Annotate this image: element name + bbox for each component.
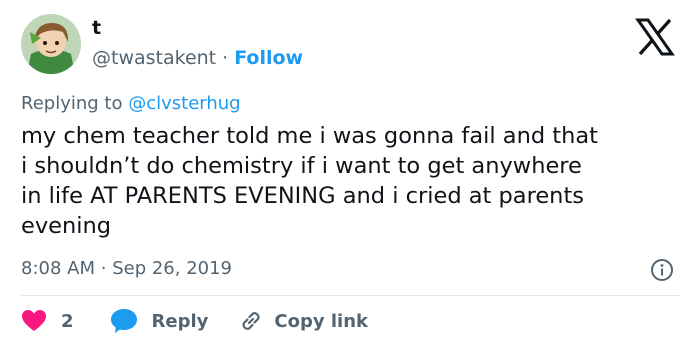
divider (21, 295, 679, 296)
separator-dot: · (222, 47, 229, 69)
reply-mention-link[interactable]: @clvsterhug (128, 93, 240, 114)
copy-link-label: Copy link (274, 310, 368, 332)
like-button[interactable]: 2 (21, 309, 74, 333)
tweet-timestamp[interactable]: 8:08 AM · Sep 26, 2019 (21, 258, 232, 279)
tweet-text: my chem teacher told me i was gonna fail… (21, 123, 598, 239)
like-count: 2 (61, 310, 74, 332)
x-logo-icon[interactable] (635, 18, 675, 56)
tweet-time: 8:08 AM (21, 258, 95, 279)
action-bar: 2 Reply Copy link (21, 307, 368, 335)
heart-icon (22, 310, 46, 331)
info-icon[interactable] (650, 258, 674, 282)
copy-link-button[interactable]: Copy link (238, 308, 368, 334)
avatar[interactable] (21, 14, 81, 74)
reply-label: Reply (151, 310, 209, 332)
author-block: t @twastakent · Follow (92, 16, 303, 70)
display-name[interactable]: t (92, 16, 303, 40)
reply-button[interactable]: Reply (110, 308, 209, 334)
handle-row: @twastakent · Follow (92, 46, 303, 70)
user-handle[interactable]: @twastakent (92, 47, 216, 69)
follow-button[interactable]: Follow (234, 47, 303, 69)
replying-to: Replying to @clvsterhug (21, 93, 241, 114)
replying-to-label: Replying to (21, 93, 123, 114)
tweet-date: Sep 26, 2019 (112, 258, 233, 279)
timestamp-separator: · (100, 258, 107, 279)
speech-bubble-icon (110, 309, 137, 333)
link-icon (242, 312, 260, 330)
